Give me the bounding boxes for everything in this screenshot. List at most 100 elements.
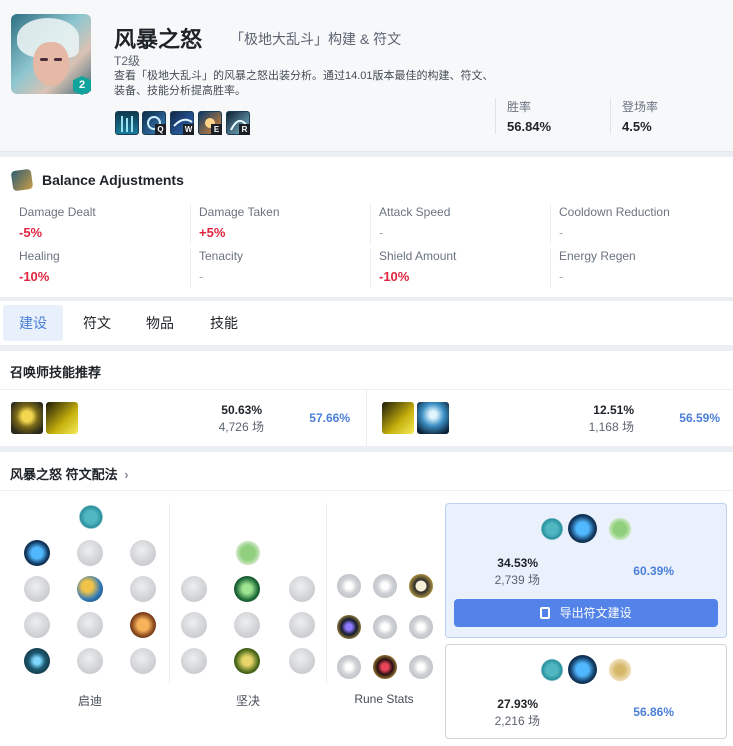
cash-back-icon[interactable] bbox=[130, 576, 156, 602]
glacial-augment-icon bbox=[568, 655, 597, 684]
skill-key-q: Q bbox=[155, 124, 166, 135]
adj-damage-dealt: Damage Dealt -5% bbox=[19, 205, 191, 243]
export-rune-build-label: 导出符文建设 bbox=[559, 606, 632, 620]
adaptive-force-stat-icon[interactable] bbox=[337, 574, 361, 598]
conditioning-icon[interactable] bbox=[181, 612, 207, 638]
unsealed-spellbook-icon[interactable] bbox=[77, 540, 103, 566]
chevron-right-icon: › bbox=[124, 467, 129, 482]
rune-card-2-pick-rate: 27.93% bbox=[497, 697, 538, 711]
divider bbox=[326, 503, 327, 683]
adj-value: - bbox=[559, 225, 564, 240]
precision-tree-icon bbox=[607, 657, 633, 683]
inspiration-tree-icon bbox=[539, 516, 565, 542]
tier-label: T2级 bbox=[114, 54, 141, 68]
adj-shield-amount: Shield Amount -10% bbox=[379, 249, 551, 287]
glacial-augment-icon[interactable] bbox=[24, 540, 50, 566]
biscuit-delivery-icon[interactable] bbox=[130, 612, 156, 638]
primary-tree-label: 启迪 bbox=[77, 694, 102, 708]
attack-speed-stat-icon[interactable] bbox=[373, 574, 397, 598]
font-of-life-icon[interactable] bbox=[234, 576, 260, 602]
adj-label: Energy Regen bbox=[559, 249, 636, 263]
adj-value: -10% bbox=[19, 269, 50, 284]
skill-q-icon[interactable]: Q bbox=[142, 111, 166, 135]
jack-of-all-trades-icon[interactable] bbox=[130, 648, 156, 674]
overgrowth-icon[interactable] bbox=[181, 648, 207, 674]
divider bbox=[169, 503, 170, 683]
second-wind-icon[interactable] bbox=[234, 612, 260, 638]
inspiration-tree-icon bbox=[539, 657, 565, 683]
approach-velocity-icon[interactable] bbox=[77, 648, 103, 674]
summoner-set-1-win-rate: 57.66% bbox=[309, 411, 350, 425]
resolve-tree-icon bbox=[607, 516, 633, 542]
adj-energy-regen: Energy Regen - bbox=[559, 249, 731, 287]
divider bbox=[190, 248, 191, 288]
adj-label: Damage Dealt bbox=[19, 205, 96, 219]
glacial-augment-icon bbox=[568, 514, 597, 543]
pick-rate-value: 4.5% bbox=[622, 119, 652, 134]
tenacity-stat-selected-icon[interactable] bbox=[373, 655, 397, 679]
adj-label: Shield Amount bbox=[379, 249, 457, 263]
adj-attack-speed: Attack Speed - bbox=[379, 205, 551, 243]
bone-plating-icon[interactable] bbox=[289, 612, 315, 638]
adj-value: - bbox=[559, 269, 564, 284]
rune-card-2-games: 2,216 场 bbox=[494, 714, 540, 728]
resolve-tree-icon bbox=[234, 539, 262, 567]
pick-rate-label: 登场率 bbox=[622, 100, 659, 114]
shield-bash-icon[interactable] bbox=[289, 576, 315, 602]
skill-e-icon[interactable]: E bbox=[198, 111, 222, 135]
health-scaling-stat-icon[interactable] bbox=[409, 655, 433, 679]
summoner-set-1-games: 4,726 场 bbox=[218, 420, 264, 434]
summoner-title: 召唤师技能推荐 bbox=[10, 365, 102, 380]
demolish-icon[interactable] bbox=[181, 576, 207, 602]
health-stat-icon[interactable] bbox=[337, 655, 361, 679]
triple-tonic-icon[interactable] bbox=[24, 612, 50, 638]
skill-passive-icon[interactable] bbox=[115, 111, 139, 135]
magic-resist-stat-icon[interactable] bbox=[409, 615, 433, 639]
divider bbox=[190, 204, 191, 244]
summoner-set-2-games: 1,168 场 bbox=[588, 420, 634, 434]
adj-label: Healing bbox=[19, 249, 60, 263]
armor-stat-icon[interactable] bbox=[373, 615, 397, 639]
balance-icon bbox=[10, 168, 34, 192]
win-rate-stat: 胜率 56.84% bbox=[495, 98, 605, 134]
adj-value: +5% bbox=[199, 225, 226, 240]
divider bbox=[550, 248, 551, 288]
win-rate-label: 胜率 bbox=[507, 100, 532, 114]
export-rune-build-button[interactable]: 导出符文建设 bbox=[454, 599, 718, 627]
adj-label: Damage Taken bbox=[199, 205, 280, 219]
magical-footwear-icon[interactable] bbox=[77, 576, 103, 602]
rune-card-2-win-rate: 56.86% bbox=[633, 705, 674, 719]
skill-r-icon[interactable]: R bbox=[226, 111, 250, 135]
ability-haste-stat-icon[interactable] bbox=[409, 574, 433, 598]
tab-items[interactable]: 物品 bbox=[130, 305, 190, 341]
divider bbox=[0, 490, 733, 491]
unflinching-icon[interactable] bbox=[289, 648, 315, 674]
adj-damage-taken: Damage Taken +5% bbox=[199, 205, 371, 243]
adj-value: - bbox=[199, 269, 204, 284]
skill-key-e: E bbox=[211, 124, 222, 135]
adj-value: - bbox=[379, 225, 384, 240]
summoner-set-1-pick-rate: 50.63% bbox=[221, 403, 262, 417]
time-warp-tonic-icon[interactable] bbox=[77, 612, 103, 638]
revitalize-icon[interactable] bbox=[234, 648, 260, 674]
hextech-flashtraption-icon[interactable] bbox=[24, 576, 50, 602]
inspiration-tree-icon bbox=[77, 503, 105, 531]
skill-w-icon[interactable]: W bbox=[170, 111, 194, 135]
tab-runes[interactable]: 符文 bbox=[67, 305, 127, 341]
adaptive-force-stat-selected-icon[interactable] bbox=[337, 615, 361, 639]
secondary-tree-label: 坚决 bbox=[235, 694, 260, 708]
rune-card-1-pick-rate: 34.53% bbox=[497, 556, 538, 570]
tab-skills[interactable]: 技能 bbox=[194, 305, 254, 341]
adj-label: Attack Speed bbox=[379, 205, 451, 219]
cosmic-insight-icon[interactable] bbox=[24, 648, 50, 674]
skill-key-r: R bbox=[239, 124, 250, 135]
adj-label: Cooldown Reduction bbox=[559, 205, 670, 219]
first-strike-icon[interactable] bbox=[130, 540, 156, 566]
divider bbox=[370, 204, 371, 244]
cleanse-icon bbox=[417, 402, 449, 434]
runes-title[interactable]: 风暴之怒 符文配法 › bbox=[10, 464, 129, 483]
adj-cooldown-reduction: Cooldown Reduction - bbox=[559, 205, 731, 243]
tab-build[interactable]: 建设 bbox=[3, 305, 63, 341]
adj-tenacity: Tenacity - bbox=[199, 249, 371, 287]
adj-label: Tenacity bbox=[199, 249, 244, 263]
